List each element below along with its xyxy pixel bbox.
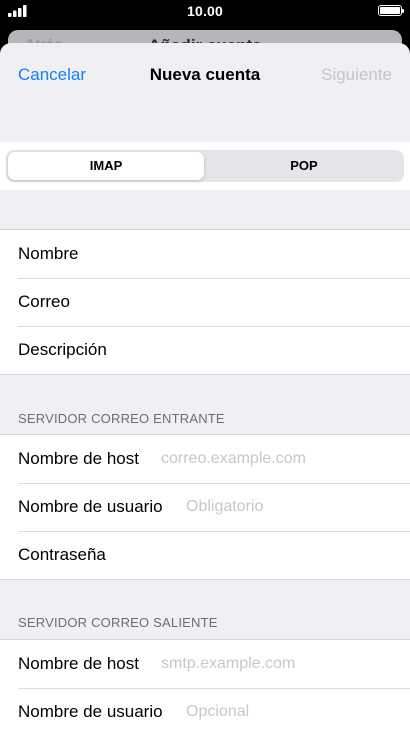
outgoing-username-field[interactable]: Nombre de usuario Opcional — [0, 688, 410, 729]
status-time: 10.00 — [186, 3, 224, 19]
incoming-server-header: SERVIDOR CORREO ENTRANTE — [18, 411, 225, 426]
outgoing-username-label: Nombre de usuario — [18, 702, 163, 721]
incoming-password-field[interactable]: Contraseña — [0, 531, 410, 579]
next-button[interactable]: Siguiente — [321, 65, 392, 85]
status-bar: 10.00 — [0, 0, 410, 22]
name-field[interactable]: Nombre — [0, 230, 410, 278]
incoming-host-label: Nombre de host — [18, 449, 139, 468]
incoming-username-field[interactable]: Nombre de usuario Obligatorio — [0, 483, 410, 531]
incoming-password-label: Contraseña — [18, 545, 106, 564]
segment-imap[interactable]: IMAP — [8, 152, 204, 180]
outgoing-username-placeholder: Opcional — [186, 703, 250, 720]
navigation-bar: Cancelar Nueva cuenta Siguiente — [0, 43, 410, 107]
email-field[interactable]: Correo — [0, 278, 410, 326]
incoming-username-placeholder: Obligatorio — [186, 498, 264, 515]
outgoing-server-header: SERVIDOR CORREO SALIENTE — [18, 615, 218, 630]
battery-full-icon — [378, 5, 404, 16]
description-field[interactable]: Descripción — [0, 326, 410, 374]
outgoing-server-group: Nombre de host smtp.example.com Nombre d… — [0, 639, 410, 729]
outgoing-host-label: Nombre de host — [18, 654, 139, 673]
protocol-segmented-control: IMAP POP — [6, 150, 404, 182]
protocol-selector-area: IMAP POP — [0, 142, 410, 190]
name-field-label: Nombre — [18, 244, 79, 263]
email-field-label: Correo — [18, 292, 70, 311]
incoming-host-placeholder: correo.example.com — [161, 450, 306, 467]
incoming-host-field[interactable]: Nombre de host correo.example.com — [0, 435, 410, 483]
incoming-server-group: Nombre de host correo.example.com Nombre… — [0, 434, 410, 580]
description-field-label: Descripción — [18, 340, 107, 359]
new-account-sheet: Cancelar Nueva cuenta Siguiente IMAP POP… — [0, 43, 410, 729]
account-info-group: Nombre Correo Descripción — [0, 229, 410, 375]
incoming-username-label: Nombre de usuario — [18, 497, 163, 516]
outgoing-host-field[interactable]: Nombre de host smtp.example.com — [0, 640, 410, 688]
outgoing-host-placeholder: smtp.example.com — [161, 655, 296, 672]
segment-pop[interactable]: POP — [206, 152, 402, 180]
